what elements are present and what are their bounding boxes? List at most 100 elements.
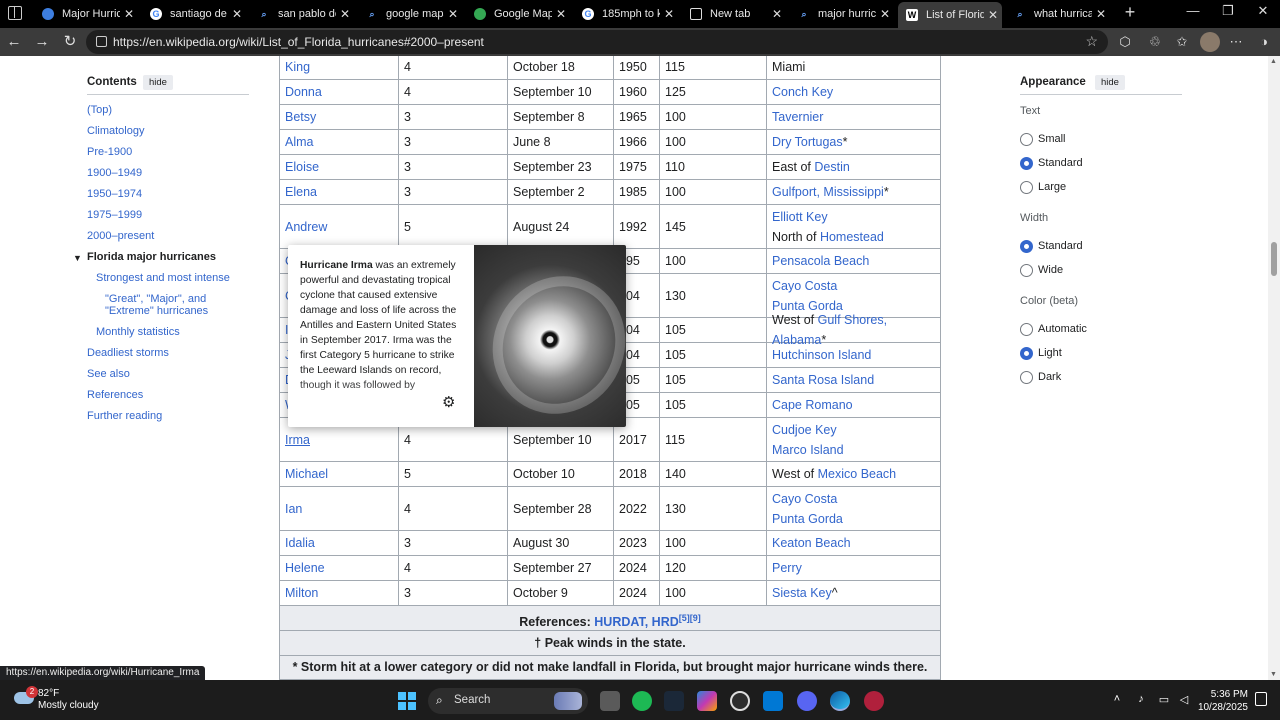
page-scrollbar[interactable]: ▲ ▼	[1268, 56, 1280, 680]
toc-link[interactable]: Strongest and most intense	[96, 272, 230, 284]
landfall-link[interactable]: Pensacola Beach	[772, 254, 869, 268]
favorite-star-icon[interactable]: ☆	[1085, 33, 1098, 50]
hurricane-name-link[interactable]: Milton	[285, 583, 398, 603]
landfall-link[interactable]: Cape Romano	[772, 398, 853, 412]
toc-link[interactable]: Climatology	[87, 125, 144, 137]
radio-button-icon[interactable]	[1020, 133, 1033, 146]
hurricane-name-link[interactable]: Betsy	[285, 107, 398, 127]
preview-settings-gear-icon[interactable]: ⚙	[442, 393, 455, 411]
landfall-link[interactable]: Santa Rosa Island	[772, 373, 874, 387]
network-icon[interactable]: ▭	[1156, 693, 1172, 706]
tab-7[interactable]: ⌕ major hurricanes✕	[790, 2, 894, 26]
landfall-link[interactable]: Cayo Costa	[772, 279, 837, 293]
color-option-radio[interactable]: Dark	[1020, 371, 1170, 385]
more-menu-icon[interactable]: ⋯	[1228, 34, 1244, 50]
tab-0[interactable]: Major Hurricanes✕	[34, 2, 138, 26]
tab-5[interactable]: G 185mph to km✕	[574, 2, 678, 26]
radio-button-icon[interactable]	[1020, 371, 1033, 384]
task-view-icon[interactable]	[600, 691, 620, 711]
toc-collapse-chevron-icon[interactable]: ▼	[73, 253, 82, 263]
page-preview-popup[interactable]: Hurricane Irma was an extremely powerful…	[288, 245, 626, 427]
new-tab-button[interactable]: +	[1120, 2, 1140, 23]
close-tab-icon[interactable]: ✕	[120, 7, 138, 21]
discord-icon[interactable]	[797, 691, 817, 711]
width-option-radio[interactable]: Standard	[1020, 240, 1170, 254]
toc-link[interactable]: See also	[87, 368, 130, 380]
toc-link[interactable]: "Great", "Major", and	[105, 293, 206, 305]
landfall-link[interactable]: Gulfport, Mississippi	[772, 185, 884, 199]
toc-hide-button[interactable]: hide	[143, 75, 173, 90]
volume-icon[interactable]: ◁	[1176, 693, 1192, 706]
close-tab-icon[interactable]: ✕	[336, 7, 354, 21]
hurricane-name-link[interactable]: Michael	[285, 464, 398, 484]
appearance-hide-button[interactable]: hide	[1095, 75, 1125, 90]
landfall-link[interactable]: Destin	[814, 160, 849, 174]
spotify-icon[interactable]	[632, 691, 652, 711]
microphone-icon[interactable]: ♪	[1133, 693, 1149, 705]
landfall-link[interactable]: Elliott Key	[772, 210, 828, 224]
text-option-radio[interactable]: Small	[1020, 133, 1170, 147]
hurricane-name-link[interactable]: Eloise	[285, 157, 398, 177]
toc-link[interactable]: 1975–1999	[87, 209, 142, 221]
color-option-radio[interactable]: Light	[1020, 347, 1170, 361]
radio-button-icon[interactable]	[1020, 264, 1033, 277]
landfall-link[interactable]: Tavernier	[772, 110, 823, 124]
text-option-radio[interactable]: Standard	[1020, 157, 1170, 171]
taskbar-search[interactable]: ⌕ Search	[428, 688, 588, 714]
forward-button[interactable]: →	[32, 32, 52, 52]
close-tab-icon[interactable]: ✕	[444, 7, 462, 21]
scroll-up-arrow-icon[interactable]: ▲	[1270, 58, 1277, 65]
notification-icon[interactable]	[1255, 692, 1267, 706]
site-info-icon[interactable]	[96, 36, 107, 47]
tab-9[interactable]: ⌕ what hurricane✕	[1006, 2, 1110, 26]
radio-button-icon[interactable]	[1020, 240, 1033, 253]
radio-button-icon[interactable]	[1020, 181, 1033, 194]
back-button[interactable]: ←	[4, 32, 24, 52]
hurricane-name-link[interactable]: Donna	[285, 82, 398, 102]
landfall-link[interactable]: Hutchinson Island	[772, 348, 871, 362]
profile-avatar[interactable]	[1200, 32, 1220, 52]
hurricane-name-link[interactable]: King	[285, 57, 398, 77]
toc-link[interactable]: Monthly statistics	[96, 326, 180, 338]
scroll-down-arrow-icon[interactable]: ▼	[1270, 671, 1277, 678]
url-text[interactable]: https://en.wikipedia.org/wiki/List_of_Fl…	[113, 35, 484, 49]
tab-8[interactable]: W List of Florida h✕	[898, 2, 1002, 28]
toc-link[interactable]: "Extreme" hurricanes	[105, 305, 208, 317]
refresh-button[interactable]: ↻	[60, 32, 80, 52]
tab-4[interactable]: Google Maps✕	[466, 2, 570, 26]
landfall-link[interactable]: Marco Island	[772, 443, 844, 457]
landfall-link[interactable]: Conch Key	[772, 85, 833, 99]
landfall-link[interactable]: Punta Gorda	[772, 512, 843, 526]
toc-section-heading[interactable]: Florida major hurricanes	[87, 251, 216, 263]
tab-3[interactable]: ⌕ google maps -✕	[358, 2, 462, 26]
landfall-link[interactable]: Perry	[772, 561, 802, 575]
hurricane-name-link[interactable]: Irma	[285, 430, 398, 450]
landfall-link[interactable]: Dry Tortugas	[772, 135, 843, 149]
toc-link[interactable]: 1950–1974	[87, 188, 142, 200]
radio-button-icon[interactable]	[1020, 323, 1033, 336]
browser-essentials-icon[interactable]: ♲	[1147, 34, 1163, 50]
minimize-button[interactable]: —	[1178, 3, 1208, 18]
close-tab-icon[interactable]: ✕	[984, 8, 1002, 22]
address-bar[interactable]: https://en.wikipedia.org/wiki/List_of_Fl…	[86, 30, 1108, 54]
app-icon-red[interactable]	[864, 691, 884, 711]
hurricane-satellite-image[interactable]	[474, 245, 626, 427]
color-option-radio[interactable]: Automatic	[1020, 323, 1170, 337]
close-tab-icon[interactable]: ✕	[1092, 7, 1110, 21]
start-button[interactable]	[398, 692, 416, 710]
toc-link[interactable]: 1900–1949	[87, 167, 142, 179]
close-tab-icon[interactable]: ✕	[552, 7, 570, 21]
hurricane-name-link[interactable]: Helene	[285, 558, 398, 578]
hurricane-name-link[interactable]: Alma	[285, 132, 398, 152]
scrollbar-thumb[interactable]	[1271, 242, 1277, 276]
toc-link[interactable]: References	[87, 389, 143, 401]
toc-link[interactable]: (Top)	[87, 104, 112, 116]
app-icon[interactable]	[730, 691, 750, 711]
copilot-icon[interactable]: ◑	[1256, 34, 1272, 50]
close-tab-icon[interactable]: ✕	[228, 7, 246, 21]
close-tab-icon[interactable]: ✕	[876, 7, 894, 21]
copilot-app-icon[interactable]	[697, 691, 717, 711]
hurricane-name-link[interactable]: Ian	[285, 499, 398, 519]
edge-icon[interactable]	[830, 691, 850, 711]
references-links[interactable]: HURDAT, HRD	[594, 615, 679, 629]
